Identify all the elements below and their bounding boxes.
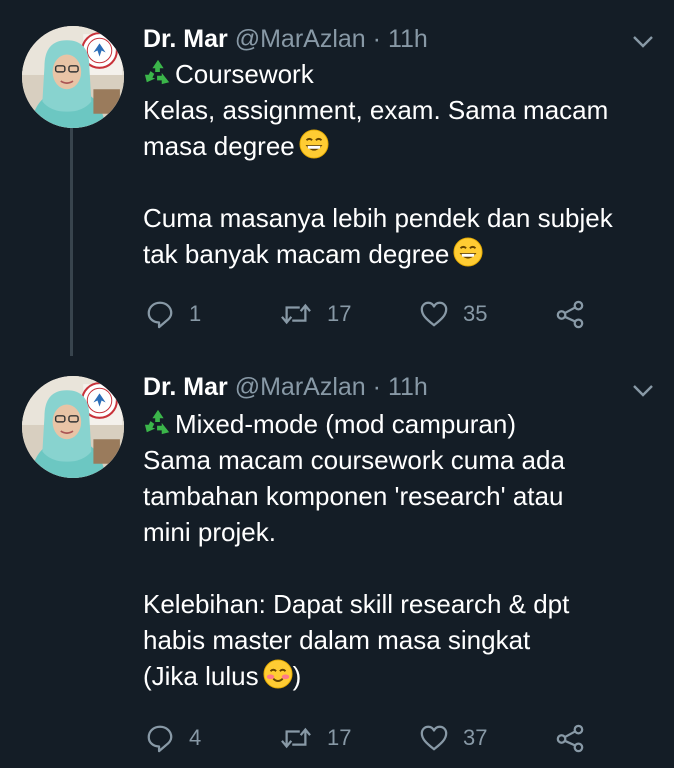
chevron-down-icon[interactable] [632,383,654,399]
tweet-line: tambahan komponen 'research' atau [143,481,564,511]
tweet-line: masa degree [143,128,663,164]
share-button[interactable] [555,298,585,330]
tweet-line: Cuma masanya lebih pendek dan subjek [143,203,613,233]
reply-icon [145,723,175,753]
retweet-button[interactable]: 17 [279,298,351,330]
reply-count: 4 [189,725,202,750]
like-button[interactable]: 35 [419,298,487,330]
author-name[interactable]: Dr. Mar [143,373,228,401]
thread-line [70,128,73,350]
share-button[interactable] [555,722,585,754]
tweet-line: Coursework [143,56,663,92]
retweet-icon [279,299,313,329]
tweet[interactable]: Dr. Mar @MarAzlan · 11h Mixed-mode (mod … [0,330,674,768]
grin-emoji-icon [299,129,329,159]
tweet-line: tak banyak macam degree [143,236,663,272]
share-icon [555,299,585,329]
author-handle[interactable]: @MarAzlan [235,25,366,53]
share-icon [555,723,585,753]
timestamp[interactable]: 11h [388,25,428,53]
tweet-line: Mixed-mode (mod campuran) [143,406,663,442]
tweet[interactable]: Dr. Mar @MarAzlan · 11h Coursework Kelas… [0,0,674,350]
avatar[interactable] [22,376,124,478]
thread-line [70,330,73,356]
separator: · [372,373,381,401]
tweet-actions: 1 17 35 [145,298,625,330]
reply-icon [145,299,175,329]
heart-icon [419,299,449,329]
retweet-count: 17 [327,301,352,326]
separator: · [372,25,381,53]
tweet-line: habis master dalam masa singkat [143,625,531,655]
tweet-header: Dr. Mar @MarAzlan · 11h [143,24,428,54]
tweet-line: Kelas, assignment, exam. Sama macam [143,95,609,125]
heart-icon [419,723,449,753]
reply-button[interactable]: 1 [145,298,201,330]
like-button[interactable]: 37 [419,722,487,754]
tweet-line: Sama macam coursework cuma ada [143,445,565,475]
retweet-icon [279,723,313,753]
avatar-image [22,26,124,128]
retweet-count: 17 [327,725,352,750]
avatar-image [22,376,124,478]
like-count: 35 [463,301,488,326]
like-count: 37 [463,725,488,750]
tweet-actions: 4 17 37 [145,722,625,754]
tweet-line: Kelebihan: Dapat skill research & dpt [143,589,570,619]
recycle-icon [143,58,173,86]
reply-count: 1 [189,301,202,326]
author-name[interactable]: Dr. Mar [143,25,228,53]
grin-emoji-icon [453,237,483,267]
tweet-line: (Jika lulus) [143,659,302,691]
recycle-icon [143,408,173,436]
tweet-text: Coursework Kelas, assignment, exam. Sama… [143,56,663,272]
chevron-down-icon[interactable] [632,34,654,50]
author-handle[interactable]: @MarAzlan [235,373,366,401]
tweet-line: mini projek. [143,517,276,547]
tweet-text: Mixed-mode (mod campuran) Sama macam cou… [143,406,663,694]
avatar[interactable] [22,26,124,128]
retweet-button[interactable]: 17 [279,722,351,754]
blush-emoji-icon [263,659,293,689]
tweet-header: Dr. Mar @MarAzlan · 11h [143,372,428,402]
reply-button[interactable]: 4 [145,722,201,754]
timestamp[interactable]: 11h [388,373,428,401]
